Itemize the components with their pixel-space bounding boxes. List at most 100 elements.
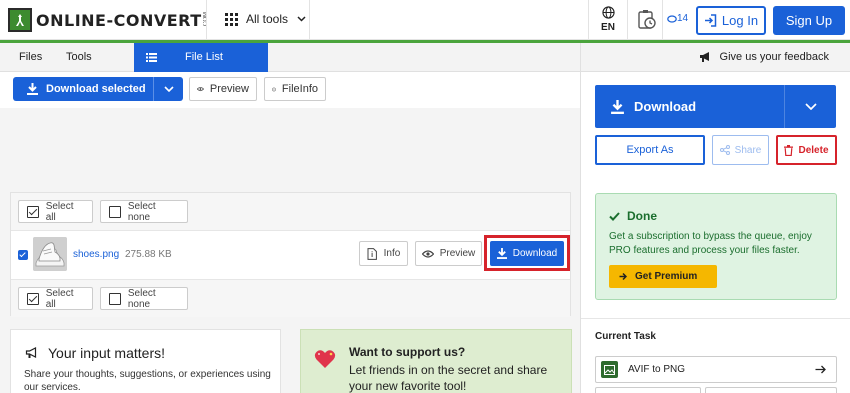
check-icon: [609, 211, 620, 221]
feedback-card-title: Your input matters!: [48, 345, 165, 361]
fileinfo-button[interactable]: FileInfo: [264, 77, 326, 101]
language-selector[interactable]: EN: [598, 6, 618, 33]
file-download-button[interactable]: Download: [490, 241, 564, 266]
info-icon: [272, 87, 276, 91]
chevron-down-icon: [804, 103, 817, 110]
support-card-title: Want to support us?: [349, 345, 466, 359]
megaphone-icon: [25, 347, 37, 358]
status-done-box: Done Get a subscription to bypass the qu…: [595, 193, 837, 300]
file-toolbar: Download selected Preview FileInfo: [0, 72, 580, 108]
tab-file-list-label: File List: [185, 51, 223, 63]
arrow-right-icon: [619, 272, 627, 281]
export-as-button[interactable]: Export As: [595, 135, 705, 165]
share-button[interactable]: Share: [712, 135, 769, 165]
eye-icon: [421, 249, 434, 258]
file-download-label: Download: [512, 248, 558, 259]
get-premium-button[interactable]: Get Premium: [609, 265, 717, 288]
current-task-name: AVIF to PNG: [628, 364, 686, 375]
header-divider: [662, 0, 663, 40]
selection-controls: Select all Select none: [11, 193, 570, 231]
tab-bar: Files Tools File List: [0, 43, 580, 72]
feedback-link[interactable]: Give us your feedback: [580, 43, 850, 72]
tab-tools[interactable]: Tools: [66, 43, 92, 72]
checkbox-empty-icon: [109, 205, 121, 218]
right-sidebar: Download Export As Share Delete Done Get…: [580, 72, 850, 393]
file-info-label: Info: [383, 248, 401, 259]
signup-button[interactable]: Sign Up: [773, 6, 845, 35]
chevron-down-icon: [297, 16, 306, 22]
coin-icon: [667, 14, 677, 23]
all-tools-label: All tools: [246, 12, 289, 26]
credits-counter[interactable]: 14: [667, 13, 688, 24]
header-divider: [309, 0, 310, 40]
select-all-label: Select all: [45, 200, 74, 223]
download-selected-button[interactable]: Download selected: [13, 77, 183, 101]
preview-label: Preview: [209, 83, 249, 95]
download-options-toggle[interactable]: [154, 86, 183, 92]
preview-button[interactable]: Preview: [189, 77, 257, 101]
shoes-image-icon: [33, 237, 67, 271]
login-button[interactable]: Log In: [696, 6, 766, 35]
history-button[interactable]: [637, 9, 657, 34]
current-task-section: Current Task AVIF to PNG: [581, 318, 850, 393]
credits-count: 14: [677, 13, 689, 24]
fileinfo-label: FileInfo: [281, 83, 318, 95]
delete-label: Delete: [798, 144, 829, 156]
tab-files[interactable]: Files: [19, 43, 42, 72]
share-label: Share: [734, 144, 762, 156]
file-name[interactable]: shoes.png: [73, 249, 119, 260]
trash-icon: [784, 144, 794, 156]
file-info-icon: [367, 247, 377, 260]
select-none-label: Select none: [127, 200, 156, 223]
language-code: EN: [601, 22, 615, 33]
select-all-button[interactable]: Select all: [18, 287, 93, 310]
header-divider: [206, 0, 207, 40]
select-all-button[interactable]: Select all: [18, 200, 93, 223]
checkbox-checked-icon: [27, 205, 39, 218]
select-none-button[interactable]: Select none: [100, 287, 188, 310]
tab-file-list[interactable]: File List: [134, 43, 268, 72]
delete-button[interactable]: Delete: [776, 135, 837, 165]
file-size: 275.88 KB: [125, 249, 172, 260]
select-none-button[interactable]: Select none: [100, 200, 188, 223]
selection-controls: Select all Select none: [11, 279, 570, 317]
all-tools-menu[interactable]: All tools: [225, 12, 306, 26]
file-info-button[interactable]: Info: [359, 241, 408, 266]
site-logo[interactable]: ONLINE-CONVERT .COM: [8, 8, 209, 32]
image-converter-icon: [601, 361, 618, 378]
arrow-right-icon: [815, 365, 826, 374]
checkbox-empty-icon: [109, 292, 121, 305]
header-divider: [588, 0, 589, 40]
current-task-item[interactable]: AVIF to PNG: [595, 356, 837, 383]
task-card-stub: [595, 387, 701, 393]
chevron-down-icon: [163, 86, 174, 92]
logo-text: ONLINE-CONVERT: [36, 10, 202, 30]
download-icon: [27, 83, 38, 95]
file-preview-button[interactable]: Preview: [415, 241, 482, 266]
feedback-link-label: Give us your feedback: [719, 51, 829, 63]
file-checkbox[interactable]: [18, 250, 28, 260]
header-divider: [627, 0, 628, 40]
download-options-toggle[interactable]: [785, 85, 836, 128]
download-selected-label: Download selected: [46, 83, 146, 95]
login-icon: [704, 14, 717, 27]
megaphone-icon: [699, 52, 709, 62]
history-icon: [638, 10, 656, 29]
get-premium-label: Get Premium: [635, 271, 698, 282]
download-button[interactable]: Download: [595, 85, 836, 128]
select-all-label: Select all: [45, 287, 74, 310]
done-title: Done: [627, 209, 657, 223]
done-message: Get a subscription to bypass the queue, …: [609, 231, 812, 256]
list-icon: [146, 53, 157, 62]
feedback-card-body: Share your thoughts, suggestions, or exp…: [24, 369, 271, 393]
file-list-card: Select all Select none shoes.png 275.88 …: [10, 192, 571, 317]
grid-icon: [225, 12, 238, 26]
globe-icon: [601, 6, 615, 19]
select-none-label: Select none: [127, 287, 156, 310]
logo-icon: [8, 8, 32, 32]
download-icon: [611, 99, 624, 114]
feedback-card: Your input matters! Share your thoughts,…: [10, 329, 281, 393]
task-card-stub: [705, 387, 837, 393]
login-label: Log In: [721, 13, 759, 28]
file-preview-label: Preview: [439, 248, 476, 259]
